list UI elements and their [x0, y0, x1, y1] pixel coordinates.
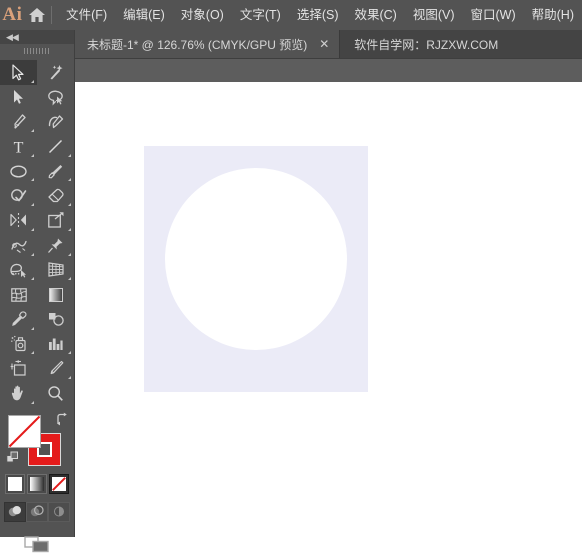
close-icon[interactable]: ✕ — [317, 37, 331, 51]
gradient-swatch-icon — [30, 476, 44, 491]
blend-tool[interactable] — [37, 307, 74, 332]
watermark-label-container: 软件自学网：RJZXW.COM — [340, 30, 512, 58]
tool-flyout-indicator — [68, 277, 71, 281]
none-button[interactable] — [49, 473, 69, 494]
artboard-tool[interactable] — [0, 356, 37, 381]
menu-bar: Ai 文件(F) 编辑(E) 对象(O) 文字(T) 选择(S) 效果(C) 视… — [0, 0, 582, 30]
tools-panel: ◀◀ T — [0, 30, 75, 552]
tools-panel-header: ◀◀ — [0, 30, 74, 44]
tool-flyout-indicator — [31, 153, 34, 157]
fill-swatch[interactable] — [8, 414, 41, 448]
tool-flyout-indicator — [68, 153, 71, 157]
type-tool[interactable]: T — [0, 134, 37, 159]
ellipse-tool[interactable] — [0, 159, 37, 184]
tool-flyout-indicator — [68, 252, 71, 256]
mesh-tool[interactable] — [0, 282, 37, 307]
direct-selection-tool[interactable] — [0, 85, 37, 110]
default-fill-stroke-icon[interactable] — [6, 451, 20, 465]
tool-flyout-indicator — [31, 400, 34, 404]
zoom-tool[interactable] — [37, 381, 74, 406]
tool-flyout-indicator — [31, 129, 34, 133]
shape-builder-tool[interactable] — [0, 258, 37, 283]
selection-tool[interactable] — [0, 60, 37, 85]
menu-edit[interactable]: 编辑(E) — [115, 0, 173, 30]
perspective-grid-tool[interactable] — [37, 258, 74, 283]
fill-stroke-controls — [0, 410, 74, 472]
document-tab[interactable]: 未标题-1* @ 126.76% (CMYK/GPU 预览) ✕ — [75, 30, 341, 58]
none-swatch-icon — [52, 476, 66, 491]
draw-inside-button[interactable] — [48, 501, 70, 522]
width-tool[interactable] — [0, 233, 37, 258]
menu-help[interactable]: 帮助(H) — [524, 0, 582, 30]
app-logo: Ai — [2, 4, 23, 25]
tool-flyout-indicator — [31, 277, 34, 281]
document-tab-bar: 未标题-1* @ 126.76% (CMYK/GPU 预览) ✕ 软件自学网：R… — [75, 30, 582, 58]
tool-flyout-indicator — [68, 227, 71, 231]
canvas-area[interactable] — [75, 82, 582, 537]
menu-select[interactable]: 选择(S) — [289, 0, 347, 30]
menu-type[interactable]: 文字(T) — [232, 0, 289, 30]
artboard[interactable] — [144, 146, 368, 392]
white-circle-shape[interactable] — [165, 168, 347, 350]
menu-window[interactable]: 窗口(W) — [463, 0, 524, 30]
magic-wand-tool[interactable] — [37, 60, 74, 85]
tool-flyout-indicator — [31, 203, 34, 207]
menu-divider — [51, 6, 53, 24]
slice-tool[interactable] — [37, 356, 74, 381]
home-icon[interactable] — [25, 7, 50, 23]
tool-flyout-indicator — [68, 351, 71, 355]
draw-behind-icon — [30, 505, 44, 517]
tool-flyout-indicator — [68, 375, 71, 379]
draw-inside-icon — [54, 506, 64, 517]
gradient-button[interactable] — [27, 473, 47, 494]
swap-fill-stroke-icon[interactable] — [55, 412, 69, 426]
tool-flyout-indicator — [31, 351, 34, 355]
tool-flyout-indicator — [31, 227, 34, 231]
tool-flyout-indicator — [31, 252, 34, 256]
grip-dots-icon — [24, 48, 50, 54]
collapse-panel-icon[interactable]: ◀◀ — [6, 32, 19, 42]
draw-normal-button[interactable] — [4, 501, 26, 522]
screen-mode-icon — [24, 535, 49, 552]
menu-object[interactable]: 对象(O) — [173, 0, 232, 30]
panel-drag-handle[interactable] — [0, 44, 74, 58]
eyedropper-tool[interactable] — [0, 307, 37, 332]
menu-effect[interactable]: 效果(C) — [346, 0, 404, 30]
tool-flyout-indicator — [68, 178, 71, 182]
column-graph-tool[interactable] — [37, 332, 74, 357]
none-slash-icon — [8, 415, 41, 447]
hand-tool[interactable] — [0, 381, 37, 406]
document-tab-label: 未标题-1* @ 126.76% (CMYK/GPU 预览) — [87, 37, 308, 52]
pen-tool[interactable] — [0, 109, 37, 134]
tool-grid: T — [0, 58, 74, 406]
menu-file[interactable]: 文件(F) — [58, 0, 115, 30]
tool-flyout-indicator — [31, 79, 34, 83]
free-transform-tool[interactable] — [37, 233, 74, 258]
line-segment-tool[interactable] — [37, 134, 74, 159]
tool-flyout-indicator — [31, 178, 34, 182]
solid-color-swatch-icon — [8, 476, 22, 491]
illustrator-window: Ai 文件(F) 编辑(E) 对象(O) 文字(T) 选择(S) 效果(C) 视… — [0, 0, 582, 552]
draw-behind-button[interactable] — [26, 501, 48, 522]
watermark-text: 软件自学网：RJZXW.COM — [354, 37, 499, 52]
tool-flyout-indicator — [31, 326, 34, 330]
eraser-tool[interactable] — [37, 183, 74, 208]
menu-view[interactable]: 视图(V) — [405, 0, 463, 30]
shaper-tool[interactable] — [0, 183, 37, 208]
tool-flyout-indicator — [68, 203, 71, 207]
rotate-tool[interactable] — [0, 208, 37, 233]
svg-text:T: T — [14, 139, 24, 155]
scale-tool[interactable] — [37, 208, 74, 233]
menu-items: 文件(F) 编辑(E) 对象(O) 文字(T) 选择(S) 效果(C) 视图(V… — [58, 0, 582, 30]
color-mode-buttons — [0, 473, 74, 494]
draw-mode-buttons — [0, 501, 74, 522]
paintbrush-tool[interactable] — [37, 159, 74, 184]
gradient-tool[interactable] — [37, 282, 74, 307]
draw-normal-icon — [8, 506, 21, 517]
symbol-sprayer-tool[interactable] — [0, 332, 37, 357]
curvature-tool[interactable] — [37, 109, 74, 134]
lasso-tool[interactable] — [37, 85, 74, 110]
control-bar — [75, 58, 582, 82]
color-button[interactable] — [5, 473, 25, 494]
